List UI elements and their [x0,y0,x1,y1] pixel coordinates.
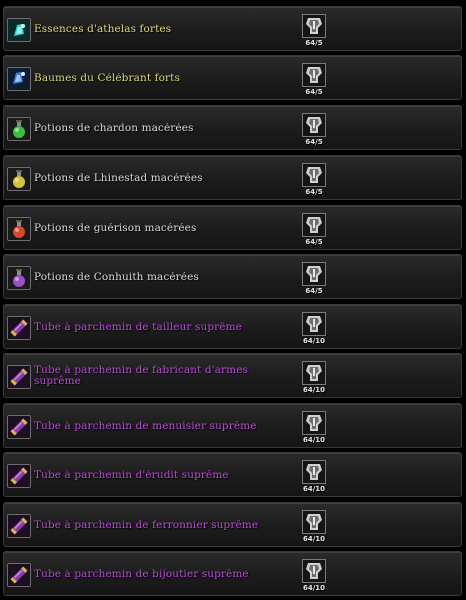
token-icon[interactable] [302,262,326,286]
token-icon[interactable] [302,559,326,583]
scroll-case-icon[interactable] [7,415,31,439]
item-row[interactable]: Tube à parchemin de menuisier suprême 64/… [3,403,462,448]
potion-icon[interactable] [7,217,31,241]
item-name: Baumes du Célébrant forts [34,73,180,84]
token-icon[interactable] [302,312,326,336]
token-icon[interactable] [302,411,326,435]
item-quantity: 64/10 [302,386,326,394]
item-name: Potions de chardon macérées [34,123,194,134]
item-quantity: 64/10 [302,436,326,444]
item-quantity: 64/10 [302,535,326,543]
potion-icon[interactable] [7,117,31,141]
token-icon[interactable] [302,510,326,534]
item-row[interactable]: Tube à parchemin d'érudit suprême 64/10 [3,452,462,497]
item-quantity: 64/5 [305,238,323,246]
item-row[interactable]: Potions de guérison macérées 64/5 [3,205,462,250]
item-row[interactable]: Tube à parchemin de ferronnier suprême 64… [3,502,462,547]
scroll-case-icon[interactable] [7,316,31,340]
item-name: Tube à parchemin de bijoutier suprême [34,569,249,580]
celebrant-balm-icon[interactable] [7,67,31,91]
item-quantity: 64/10 [302,337,326,345]
scroll-case-icon[interactable] [7,464,31,488]
item-name: Tube à parchemin de fabricant d'armes su… [34,365,249,387]
item-row[interactable]: Tube à parchemin de tailleur suprême 64/1… [3,304,462,349]
item-name: Potions de Conhuith macérées [34,272,199,283]
token-icon[interactable] [302,113,326,137]
item-row[interactable]: Baumes du Célébrant forts 64/5 [3,55,462,100]
scroll-case-icon[interactable] [7,365,31,389]
scroll-case-icon[interactable] [7,563,31,587]
item-name: Tube à parchemin d'érudit suprême [34,470,229,481]
token-icon[interactable] [302,14,326,38]
potion-icon[interactable] [7,167,31,191]
token-icon[interactable] [302,460,326,484]
item-quantity: 64/10 [302,485,326,493]
item-name: Essences d'athelas fortes [34,24,172,35]
item-row[interactable]: Essences d'athelas fortes 64/5 [3,6,462,51]
item-row[interactable]: Tube à parchemin de bijoutier suprême 64/… [3,551,462,596]
item-quantity: 64/5 [305,188,323,196]
item-quantity: 64/5 [305,39,323,47]
token-icon[interactable] [302,163,326,187]
item-quantity: 64/5 [305,88,323,96]
item-name: Potions de guérison macérées [34,223,197,234]
item-row[interactable]: Tube à parchemin de fabricant d'armes su… [3,353,462,398]
item-row[interactable]: Potions de chardon macérées 64/5 [3,105,462,150]
item-row[interactable]: Potions de Conhuith macérées 64/5 [3,254,462,299]
potion-icon[interactable] [7,266,31,290]
item-name: Tube à parchemin de ferronnier suprême [34,520,259,531]
scroll-case-icon[interactable] [7,514,31,538]
token-icon[interactable] [302,213,326,237]
athelas-essence-icon[interactable] [7,18,31,42]
item-name: Tube à parchemin de menuisier suprême [34,421,257,432]
item-list: Essences d'athelas fortes 64/5 Baumes du C… [0,0,466,600]
item-quantity: 64/5 [305,287,323,295]
item-name: Tube à parchemin de tailleur suprême [34,322,242,333]
token-icon[interactable] [302,63,326,87]
token-icon[interactable] [302,361,326,385]
item-row[interactable]: Potions de Lhinestad macérées 64/5 [3,155,462,200]
item-name: Potions de Lhinestad macérées [34,173,203,184]
item-quantity: 64/5 [305,138,323,146]
item-quantity: 64/10 [302,584,326,592]
